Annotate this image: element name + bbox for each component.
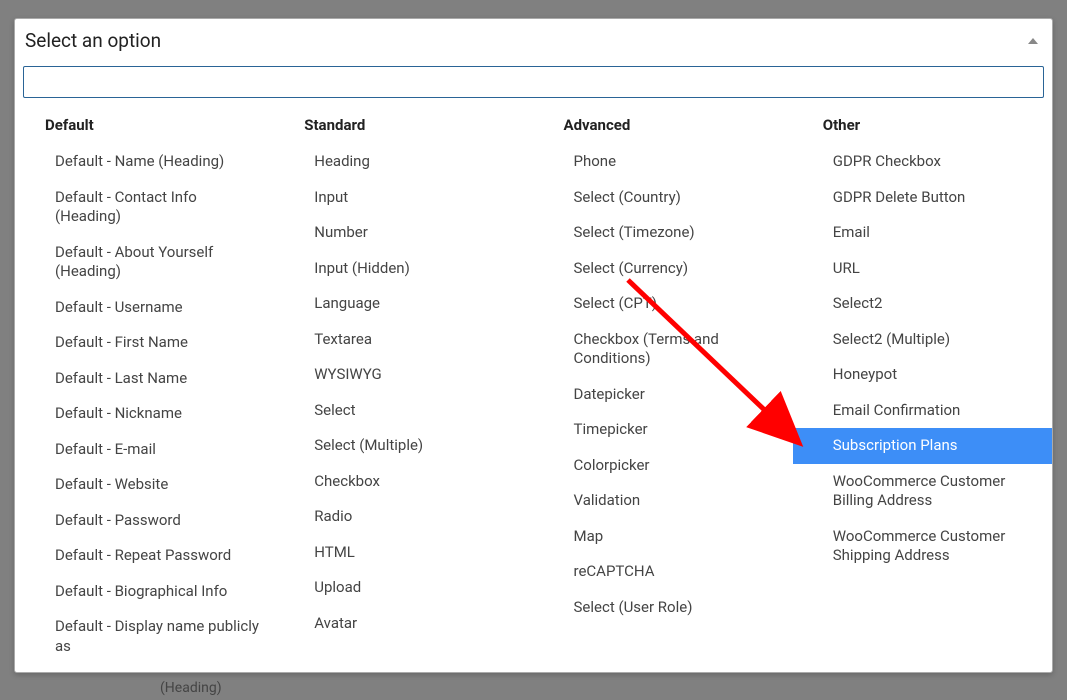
background-cutoff-text: (Heading) [160,680,222,696]
option-item[interactable]: Select (Timezone) [534,215,793,251]
option-item[interactable]: Honeypot [793,357,1052,393]
group-heading: Default [15,108,274,144]
option-item[interactable]: Colorpicker [534,448,793,484]
option-item[interactable]: Default - Nickname [15,396,274,432]
option-item[interactable]: Default - Display name publicly as [15,609,274,664]
option-item[interactable]: Number [274,215,533,251]
option-column: DefaultDefault - Name (Heading)Default -… [15,108,274,664]
option-item[interactable]: Map [534,519,793,555]
option-item[interactable]: reCAPTCHA [534,554,793,590]
search-wrap [15,62,1052,104]
option-item[interactable]: Select (Country) [534,180,793,216]
group-heading: Standard [274,108,533,144]
option-item[interactable]: Default - Username [15,290,274,326]
option-item[interactable]: Language [274,286,533,322]
option-item[interactable]: HTML [274,535,533,571]
option-item[interactable]: Default - Password [15,503,274,539]
option-item[interactable]: Checkbox (Terms and Conditions) [534,322,793,377]
option-item[interactable]: GDPR Delete Button [793,180,1052,216]
dropdown-header[interactable]: Select an option [15,19,1052,62]
option-item[interactable]: Default - Last Name [15,361,274,397]
option-item[interactable]: GDPR Checkbox [793,144,1052,180]
option-item[interactable]: Default - E-mail [15,432,274,468]
option-item[interactable]: WYSIWYG [274,357,533,393]
option-item[interactable]: Subscription Plans [793,428,1052,464]
option-item[interactable]: Input (Hidden) [274,251,533,287]
option-item[interactable]: Select2 [793,286,1052,322]
option-item[interactable]: URL [793,251,1052,287]
option-item[interactable]: Select (CPT) [534,286,793,322]
option-item[interactable]: Validation [534,483,793,519]
option-item[interactable]: Upload [274,570,533,606]
chevron-up-icon [1028,38,1038,44]
option-item[interactable]: Textarea [274,322,533,358]
option-item[interactable]: Select (User Role) [534,590,793,626]
option-item[interactable]: Email Confirmation [793,393,1052,429]
option-item[interactable]: Select (Currency) [534,251,793,287]
option-item[interactable]: Avatar [274,606,533,642]
group-heading: Advanced [534,108,793,144]
option-item[interactable]: Checkbox [274,464,533,500]
option-column: AdvancedPhoneSelect (Country)Select (Tim… [534,108,793,664]
option-item[interactable]: Radio [274,499,533,535]
option-item[interactable]: Email [793,215,1052,251]
option-item[interactable]: Timepicker [534,412,793,448]
option-item[interactable]: Default - Biographical Info [15,574,274,610]
option-item[interactable]: Default - About Yourself (Heading) [15,235,274,290]
option-item[interactable]: Input [274,180,533,216]
option-item[interactable]: Default - Name (Heading) [15,144,274,180]
option-item[interactable]: WooCommerce Customer Billing Address [793,464,1052,519]
option-item[interactable]: Default - Contact Info (Heading) [15,180,274,235]
dropdown-title: Select an option [25,29,161,52]
options-columns: DefaultDefault - Name (Heading)Default -… [15,104,1052,672]
option-item[interactable]: Default - Website [15,467,274,503]
option-item[interactable]: Default - Repeat Password [15,538,274,574]
option-item[interactable]: Default - First Name [15,325,274,361]
option-item[interactable]: WooCommerce Customer Shipping Address [793,519,1052,574]
option-item[interactable]: Select [274,393,533,429]
option-item[interactable]: Select (Multiple) [274,428,533,464]
option-column: StandardHeadingInputNumberInput (Hidden)… [274,108,533,664]
search-input[interactable] [23,66,1044,98]
option-item[interactable]: Select2 (Multiple) [793,322,1052,358]
group-heading: Other [793,108,1052,144]
option-item[interactable]: Datepicker [534,377,793,413]
option-item[interactable]: Phone [534,144,793,180]
option-column: OtherGDPR CheckboxGDPR Delete ButtonEmai… [793,108,1052,664]
option-item[interactable]: Heading [274,144,533,180]
select-dropdown-panel: Select an option DefaultDefault - Name (… [14,18,1053,673]
